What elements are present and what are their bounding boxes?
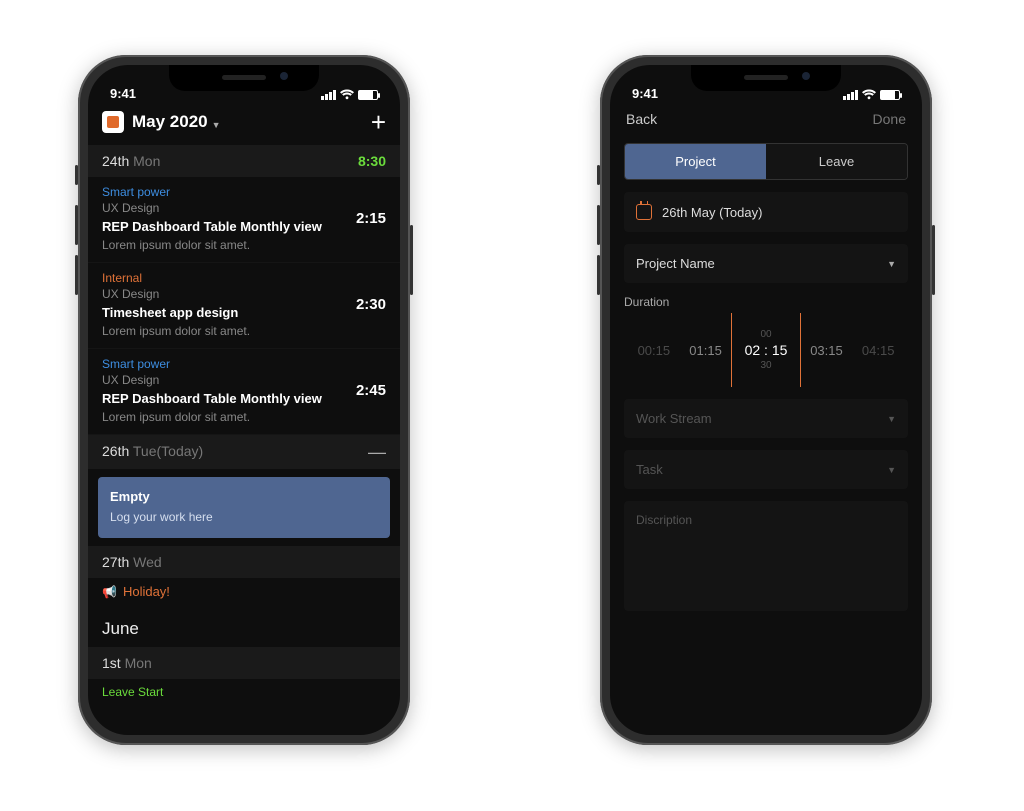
empty-title: Empty: [110, 489, 378, 504]
entry-title: REP Dashboard Table Monthly view: [102, 391, 322, 406]
battery-icon: [358, 90, 378, 100]
project-tag: Internal: [102, 271, 250, 285]
status-indicators: [843, 89, 900, 101]
date-field[interactable]: 26th May (Today): [624, 192, 908, 232]
status-time: 9:41: [110, 86, 136, 101]
leave-marker: Leave Start: [88, 679, 400, 705]
month-selector[interactable]: May 2020▼: [132, 112, 221, 132]
screen-timesheet-list: 9:41 May 2020▼ + 24th Mon 8:30: [88, 65, 400, 735]
category: UX Design: [102, 373, 322, 387]
picker-option[interactable]: 01:15: [680, 343, 732, 358]
battery-icon: [880, 90, 900, 100]
picker-option[interactable]: 00:15: [628, 343, 680, 358]
done-button[interactable]: Done: [873, 111, 906, 127]
time-entry[interactable]: Smart power UX Design REP Dashboard Tabl…: [88, 177, 400, 263]
chevron-down-icon: ▼: [887, 414, 896, 424]
entry-duration: 2:45: [356, 382, 386, 399]
notch: [169, 65, 319, 91]
day-header[interactable]: 26th Tue(Today) —: [88, 435, 400, 469]
signal-icon: [321, 90, 336, 100]
wifi-icon: [340, 89, 354, 101]
duration-picker[interactable]: Duration 00:15 01:15 00 02 : 15 30 03:15…: [624, 295, 908, 387]
chevron-down-icon: ▼: [212, 120, 221, 130]
picker-option[interactable]: 03:15: [801, 343, 853, 358]
calendar-icon: [636, 204, 652, 220]
workstream-select[interactable]: Work Stream ▼: [624, 399, 908, 438]
holiday-row: 📢 Holiday!: [88, 578, 400, 611]
empty-state-card[interactable]: Empty Log your work here: [98, 477, 390, 538]
announcement-icon: 📢: [102, 585, 117, 599]
entry-duration: 2:30: [356, 296, 386, 313]
tab-leave[interactable]: Leave: [766, 144, 907, 179]
phone-mock-left: 9:41 May 2020▼ + 24th Mon 8:30: [78, 55, 410, 745]
status-time: 9:41: [632, 86, 658, 101]
phone-mock-right: 9:41 Back Done Project Leave 26th May (T…: [600, 55, 932, 745]
tab-project[interactable]: Project: [625, 144, 766, 179]
notch: [691, 65, 841, 91]
add-button[interactable]: +: [371, 109, 386, 135]
no-total-icon: —: [368, 443, 386, 461]
entry-title: Timesheet app design: [102, 305, 250, 320]
picker-selected[interactable]: 00 02 : 15 30: [731, 313, 800, 387]
day-header[interactable]: 27th Wed: [88, 546, 400, 578]
time-entry[interactable]: Smart power UX Design REP Dashboard Tabl…: [88, 349, 400, 435]
nav-bar: Back Done: [610, 103, 922, 135]
picker-option[interactable]: 04:15: [852, 343, 904, 358]
time-entry[interactable]: Internal UX Design Timesheet app design …: [88, 263, 400, 349]
entry-desc: Lorem ipsum dolor sit amet.: [102, 238, 322, 252]
description-textarea[interactable]: Discription: [624, 501, 908, 611]
entry-duration: 2:15: [356, 210, 386, 227]
header: May 2020▼ +: [88, 103, 400, 145]
wifi-icon: [862, 89, 876, 101]
category: UX Design: [102, 287, 250, 301]
empty-sub: Log your work here: [110, 510, 378, 524]
day-header[interactable]: 24th Mon 8:30: [88, 145, 400, 177]
segmented-control[interactable]: Project Leave: [624, 143, 908, 180]
project-tag: Smart power: [102, 357, 322, 371]
status-indicators: [321, 89, 378, 101]
entry-title: REP Dashboard Table Monthly view: [102, 219, 322, 234]
project-tag: Smart power: [102, 185, 322, 199]
month-divider: June: [88, 611, 400, 647]
day-header[interactable]: 1st Mon: [88, 647, 400, 679]
project-select[interactable]: Project Name ▼: [624, 244, 908, 283]
entry-desc: Lorem ipsum dolor sit amet.: [102, 324, 250, 338]
chevron-down-icon: ▼: [887, 465, 896, 475]
day-total: 8:30: [358, 153, 386, 169]
entry-desc: Lorem ipsum dolor sit amet.: [102, 410, 322, 424]
app-logo-icon[interactable]: [102, 111, 124, 133]
task-select[interactable]: Task ▼: [624, 450, 908, 489]
chevron-down-icon: ▼: [887, 259, 896, 269]
category: UX Design: [102, 201, 322, 215]
signal-icon: [843, 90, 858, 100]
back-button[interactable]: Back: [626, 111, 657, 127]
screen-log-form: 9:41 Back Done Project Leave 26th May (T…: [610, 65, 922, 735]
